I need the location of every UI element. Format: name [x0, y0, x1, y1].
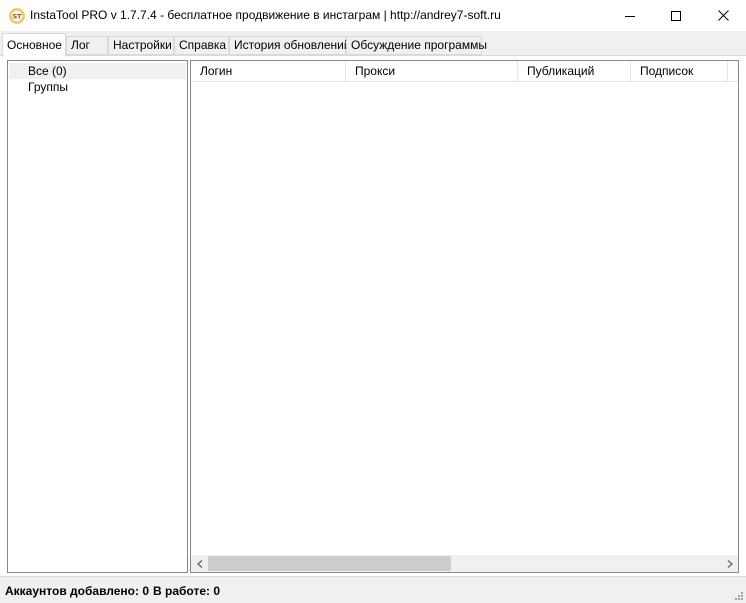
title-bar[interactable]: ST InstaTool PRO v 1.7.7.4 - бесплатное … [0, 0, 746, 31]
tab-settings[interactable]: Настройки [108, 36, 174, 55]
status-bar: Аккаунтов добавлено: 0 В работе: 0 [0, 576, 746, 603]
app-logo-icon: ST [9, 8, 25, 24]
scroll-thumb[interactable] [208, 556, 451, 571]
svg-text:ST: ST [12, 13, 22, 21]
tree-item-groups[interactable]: Группы [9, 79, 68, 95]
group-tree[interactable]: Все (0) Группы [7, 60, 188, 573]
chevron-right-icon [727, 559, 733, 568]
horizontal-scrollbar[interactable] [191, 555, 738, 572]
close-button[interactable] [700, 0, 746, 31]
maximize-button[interactable] [653, 0, 699, 31]
scroll-left-button[interactable] [191, 555, 208, 572]
column-header-following[interactable]: Подписок [631, 61, 728, 82]
status-accounts-added: Аккаунтов добавлено: 0 [5, 584, 150, 598]
chevron-left-icon [196, 559, 202, 568]
minimize-button[interactable] [607, 0, 653, 31]
column-header-posts[interactable]: Публикаций [518, 61, 631, 82]
column-header-truncated[interactable]: П [728, 61, 738, 82]
status-in-work: В работе: 0 [153, 584, 221, 598]
table-header: Логин Прокси Публикаций Подписок П [191, 61, 738, 82]
resize-grip-icon[interactable] [732, 589, 744, 601]
tab-content: Все (0) Группы Логин Прокси Публикаций П… [0, 55, 746, 574]
tab-strip: Основное Лог Настройки Справка История о… [0, 31, 746, 57]
tab-main[interactable]: Основное [2, 33, 66, 57]
minimize-icon [625, 15, 635, 17]
column-header-proxy[interactable]: Прокси [346, 61, 518, 82]
close-icon [717, 10, 729, 21]
tab-help[interactable]: Справка [174, 36, 229, 55]
tree-item-all[interactable]: Все (0) [9, 63, 186, 79]
tab-program-discussion[interactable]: Обсуждение программы [346, 36, 487, 55]
tab-log[interactable]: Лог [66, 36, 108, 55]
column-header-login[interactable]: Логин [191, 61, 346, 82]
accounts-table[interactable]: Логин Прокси Публикаций Подписок П [190, 60, 739, 573]
tab-update-history[interactable]: История обновлений [229, 36, 351, 55]
window-title: InstaTool PRO v 1.7.7.4 - бесплатное про… [30, 8, 501, 22]
scroll-right-button[interactable] [721, 555, 738, 572]
maximize-icon [671, 10, 681, 21]
